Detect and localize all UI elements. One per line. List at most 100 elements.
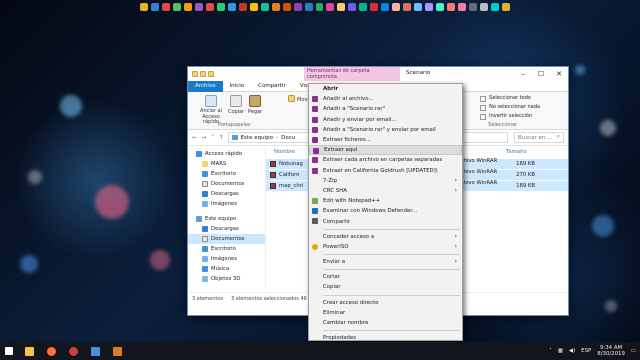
tab-inicio[interactable]: Inicio — [223, 81, 252, 92]
network-icon[interactable]: ▦ — [558, 348, 563, 354]
toolbar-app-icon[interactable] — [348, 3, 357, 11]
tray-chevron-icon[interactable]: ˄ — [549, 348, 552, 354]
toolbar-app-icon[interactable] — [403, 3, 412, 11]
properties-icon[interactable] — [200, 71, 206, 77]
menu-item-crc-sha[interactable]: CRC SHA › — [309, 186, 462, 196]
toolbar-app-icon[interactable] — [326, 3, 335, 11]
nav-documentos-pc[interactable]: Documentos — [188, 234, 265, 244]
toolbar-app-icon[interactable] — [205, 3, 214, 11]
menu-item-anadir-archivo[interactable]: Añadir al archivo... — [309, 94, 462, 104]
menu-item-cambiar-nombre[interactable]: Cambiar nombre — [309, 318, 462, 328]
toolbar-app-icon[interactable] — [172, 3, 181, 11]
pin-quick-access-button[interactable]: Anclar al Acceso rápido — [194, 95, 228, 126]
toolbar-app-icon[interactable] — [491, 3, 499, 11]
nav-escritorio-pc[interactable]: Escritorio — [188, 244, 265, 254]
nav-musica[interactable]: Música — [188, 264, 265, 274]
minimize-icon[interactable]: – — [514, 67, 532, 81]
start-button[interactable] — [0, 342, 18, 360]
paste-button[interactable]: Pegar — [248, 95, 262, 115]
menu-item-windows-defender[interactable]: Examinar con Windows Defender... — [309, 206, 462, 216]
breadcrumb-documentos[interactable]: Docu — [281, 135, 295, 141]
invert-selection-button[interactable]: Invertir selección — [480, 112, 540, 121]
search-input[interactable]: Buscar en ... — [518, 135, 552, 141]
menu-item-compartir[interactable]: Compartir — [309, 216, 462, 226]
menu-item-abrir[interactable]: Abrir — [309, 84, 462, 94]
select-none-button[interactable]: No seleccionar nada — [480, 103, 540, 112]
menu-item-eliminar[interactable]: Eliminar — [309, 308, 462, 318]
toolbar-app-icon[interactable] — [359, 3, 368, 11]
menu-item-7zip[interactable]: 7-Zip › — [309, 176, 462, 186]
toolbar-app-icon[interactable] — [425, 3, 434, 11]
toolbar-app-icon[interactable] — [150, 3, 159, 11]
toolbar-app-icon[interactable] — [249, 3, 258, 11]
up-arrow-icon[interactable]: ↑ — [219, 135, 224, 141]
menu-item-anadir-scenario-rar[interactable]: Añadir a "Scenario.rar" — [309, 104, 462, 114]
menu-item-crear-acceso-directo[interactable]: Crear acceso directo — [309, 298, 462, 308]
toolbar-app-icon[interactable] — [304, 3, 313, 11]
taskbar-app[interactable] — [84, 342, 106, 360]
toolbar-app-icon[interactable] — [392, 3, 401, 11]
toolbar-app-icon[interactable] — [227, 3, 236, 11]
menu-item-anadir-scenario-email[interactable]: Añadir a "Scenario.rar" y enviar por ema… — [309, 125, 462, 135]
search-box[interactable]: Buscar en ... ⌕ — [514, 132, 564, 143]
toolbar-app-icon[interactable] — [293, 3, 302, 11]
toolbar-app-icon[interactable] — [183, 3, 192, 11]
toolbar-app-icon[interactable] — [271, 3, 280, 11]
nav-mars[interactable]: MARS — [188, 159, 265, 169]
nav-documentos[interactable]: Documentos — [188, 179, 265, 189]
menu-item-cortar[interactable]: Cortar — [309, 272, 462, 282]
copy-button[interactable]: Copiar — [228, 95, 244, 115]
tab-compartir[interactable]: Compartir — [251, 81, 293, 92]
toolbar-app-icon[interactable] — [315, 3, 324, 11]
contextual-tab-compressed-folder-tools[interactable]: Herramientas de carpeta comprimida — [304, 67, 400, 81]
nav-imagenes-pc[interactable]: Imágenes — [188, 254, 265, 264]
menu-item-notepad-plus-plus[interactable]: Edit with Notepad++ — [309, 196, 462, 206]
toolbar-app-icon[interactable] — [480, 3, 488, 11]
nav-imagenes[interactable]: Imágenes — [188, 199, 265, 209]
menu-item-enviar-a[interactable]: Enviar a › — [309, 257, 462, 267]
toolbar-app-icon[interactable] — [140, 3, 148, 11]
nav-quick-access[interactable]: Acceso rápido — [188, 149, 265, 159]
new-folder-icon[interactable] — [208, 71, 214, 77]
maximize-icon[interactable]: ☐ — [532, 67, 550, 81]
taskbar-app[interactable] — [62, 342, 84, 360]
menu-item-extraer-cada-archivo[interactable]: Extraer cada archivo en carpetas separad… — [309, 155, 462, 165]
taskbar-file-explorer[interactable] — [18, 342, 40, 360]
menu-item-conceder-acceso[interactable]: Conceder acceso a › — [309, 232, 462, 242]
taskbar-app[interactable] — [106, 342, 128, 360]
nav-descargas[interactable]: Descargas — [188, 189, 265, 199]
notifications-icon[interactable]: ▭ — [631, 348, 636, 354]
toolbar-app-icon[interactable] — [381, 3, 390, 11]
close-icon[interactable]: ✕ — [550, 67, 568, 81]
toolbar-app-icon[interactable] — [161, 3, 170, 11]
volume-icon[interactable]: ◀) — [569, 348, 575, 354]
nav-descargas-pc[interactable]: Descargas — [188, 224, 265, 234]
toolbar-app-icon[interactable] — [260, 3, 269, 11]
toolbar-app-icon[interactable] — [238, 3, 247, 11]
nav-este-equipo[interactable]: Este equipo — [188, 214, 265, 224]
toolbar-app-icon[interactable] — [458, 3, 467, 11]
toolbar-app-icon[interactable] — [436, 3, 445, 11]
column-header-size[interactable]: Tamaño — [506, 149, 527, 155]
menu-item-extraer-aqui[interactable]: Extraer aquí — [309, 145, 462, 156]
nav-escritorio[interactable]: Escritorio — [188, 169, 265, 179]
toolbar-app-icon[interactable] — [194, 3, 203, 11]
tab-archivo[interactable]: Archivo — [188, 80, 223, 92]
toolbar-app-icon[interactable] — [414, 3, 423, 11]
toolbar-app-icon[interactable] — [282, 3, 291, 11]
breadcrumb-este-equipo[interactable]: Este equipo — [241, 135, 273, 141]
toolbar-app-icon[interactable] — [469, 3, 478, 11]
taskbar-firefox[interactable] — [40, 342, 62, 360]
toolbar-app-icon[interactable] — [370, 3, 379, 11]
recent-chevron-icon[interactable]: ˅ — [211, 135, 214, 141]
forward-arrow-icon[interactable]: → — [202, 135, 207, 141]
menu-item-copiar[interactable]: Copiar — [309, 282, 462, 292]
nav-objetos-3d[interactable]: Objetos 3D — [188, 274, 265, 284]
clock[interactable]: 9:34 AM 8/30/2019 — [597, 345, 625, 358]
select-all-button[interactable]: Seleccionar todo — [480, 94, 540, 103]
toolbar-app-icon[interactable] — [216, 3, 225, 11]
menu-item-extraer-en-california[interactable]: Extraer en California Goldrush [UPDATED]… — [309, 166, 462, 176]
menu-item-extraer-ficheros[interactable]: Extraer ficheros... — [309, 135, 462, 145]
menu-item-anadir-enviar-email[interactable]: Añadir y enviar por email... — [309, 115, 462, 125]
menu-item-poweriso[interactable]: PowerISO › — [309, 242, 462, 252]
